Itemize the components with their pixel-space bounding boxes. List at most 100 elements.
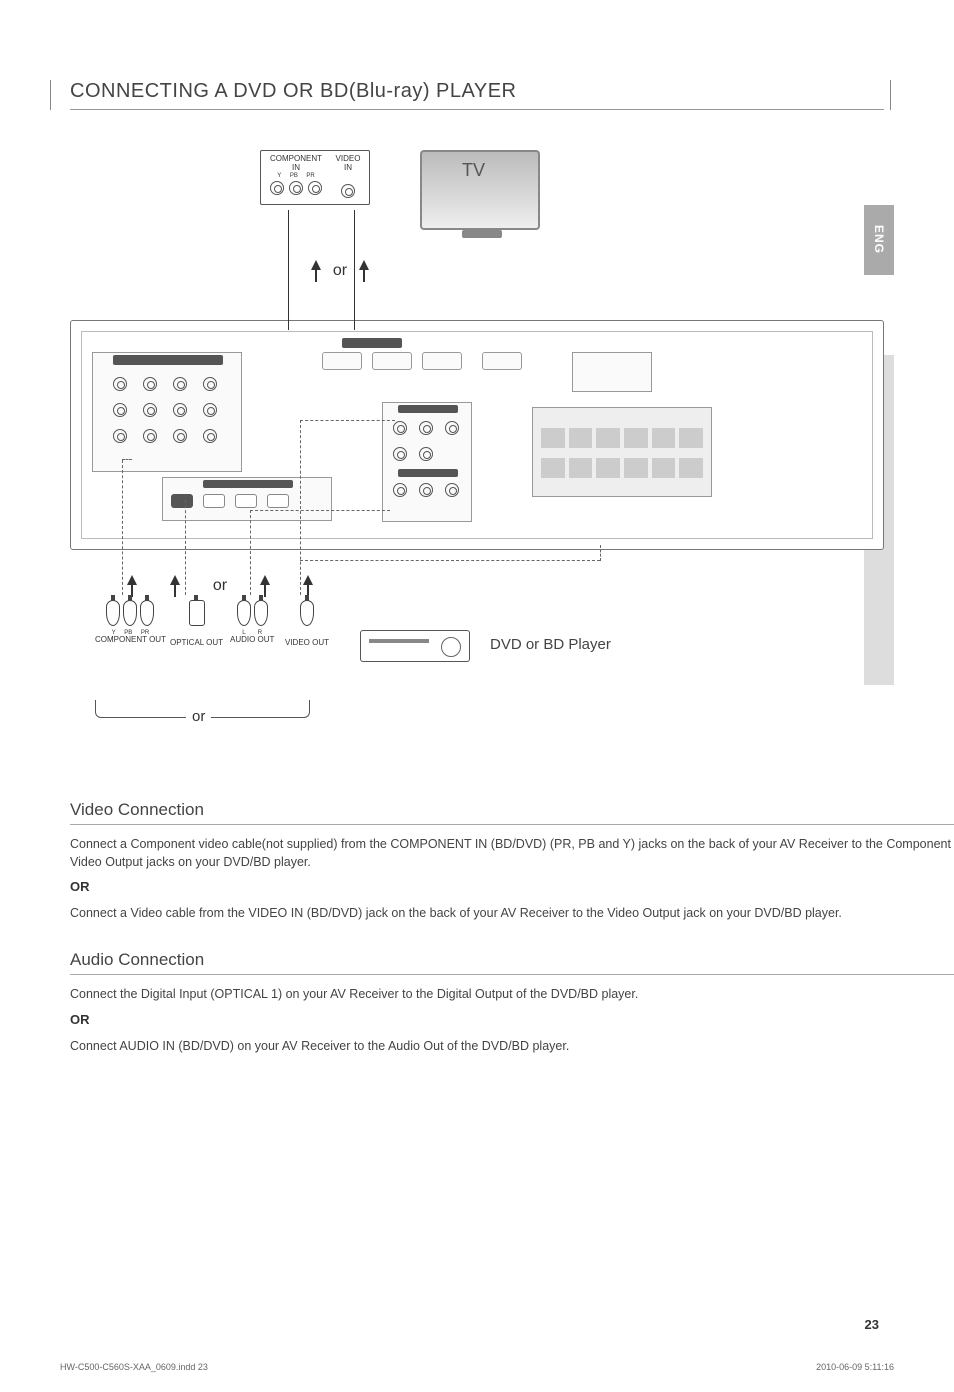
plug-icon — [106, 600, 120, 626]
jack-icon — [173, 429, 187, 443]
optical-port-icon — [171, 494, 193, 508]
block-header — [203, 480, 293, 488]
jack-icon — [393, 421, 407, 435]
cable-line-dashed — [122, 459, 132, 460]
terminal-icon — [596, 458, 620, 478]
plug-icon — [237, 600, 251, 626]
jack-icon — [393, 447, 407, 461]
y-label: Y — [277, 173, 281, 179]
digital-audio-block — [162, 477, 332, 521]
arrow-up-icon — [170, 575, 180, 597]
page-title: CONNECTING A DVD OR BD(Blu-ray) PLAYER — [70, 80, 884, 110]
or-label: or — [333, 262, 347, 280]
jack-icon — [419, 421, 433, 435]
arrow-up-icon — [303, 575, 313, 597]
or-separator: OR — [70, 879, 954, 894]
jack-icon — [113, 429, 127, 443]
jack-icon — [113, 403, 127, 417]
cable-line-dashed — [300, 560, 600, 561]
terminal-icon — [679, 428, 703, 448]
video-out-group: VIDEO OUT — [285, 600, 329, 648]
plug-icon — [140, 600, 154, 626]
jack-icon — [419, 447, 433, 461]
jack-icon — [203, 377, 217, 391]
arrow-up-icon — [359, 260, 369, 282]
video-connection-heading: Video Connection — [70, 800, 954, 825]
plug-icon — [254, 600, 268, 626]
terminal-icon — [596, 428, 620, 448]
jack-icon — [419, 483, 433, 497]
receiver-inner — [81, 331, 873, 539]
terminal-icon — [624, 428, 648, 448]
video-connection-p2: Connect a Video cable from the VIDEO IN … — [70, 904, 954, 922]
terminal-icon — [652, 428, 676, 448]
cable-line-dashed — [300, 420, 301, 595]
video-connection-p1: Connect a Component video cable(not supp… — [70, 835, 954, 871]
jack-icon — [308, 181, 322, 195]
hdmi-port-icon — [372, 352, 412, 370]
audio-connection-p2: Connect AUDIO IN (BD/DVD) on your AV Rec… — [70, 1037, 954, 1055]
terminal-icon — [652, 458, 676, 478]
jack-icon — [173, 377, 187, 391]
jack-icon — [143, 403, 157, 417]
cable-line-dashed — [300, 420, 395, 421]
tv-label: TV — [462, 160, 485, 181]
jack-icon — [289, 181, 303, 195]
cable-line — [288, 210, 289, 330]
component-in-label: COMPONENT IN — [267, 155, 325, 173]
dvd-player-icon — [360, 630, 470, 662]
terminal-icon — [541, 428, 565, 448]
jack-icon — [445, 483, 459, 497]
connection-diagram: COMPONENT IN Y PB PR VIDEO IN TV — [70, 140, 884, 780]
arrow-up-icon — [260, 575, 270, 597]
jack-icon — [270, 181, 284, 195]
cable-line — [354, 210, 355, 330]
block-header — [398, 405, 458, 413]
tv-input-panel: COMPONENT IN Y PB PR VIDEO IN — [260, 150, 370, 205]
optical-port-icon — [235, 494, 257, 508]
terminal-icon — [624, 458, 648, 478]
page-number: 23 — [865, 1317, 879, 1332]
jack-icon — [143, 429, 157, 443]
optical-port-icon — [267, 494, 289, 508]
video-out-label: VIDEO OUT — [285, 639, 329, 648]
jack-icon — [143, 377, 157, 391]
terminal-icon — [569, 428, 593, 448]
video-audio-block — [382, 402, 472, 522]
jack-icon — [203, 429, 217, 443]
jack-icon — [341, 184, 355, 198]
optical-out-label: OPTICAL OUT — [170, 639, 223, 648]
or-label: or — [213, 577, 227, 595]
jack-icon — [173, 403, 187, 417]
speaker-terminal-block — [532, 407, 712, 497]
plug-icon — [300, 600, 314, 626]
or-separator: OR — [70, 1012, 954, 1027]
jack-icon — [113, 377, 127, 391]
optical-port-icon — [203, 494, 225, 508]
hdmi-port-icon — [482, 352, 522, 370]
crop-mark — [890, 80, 891, 110]
jack-icon — [203, 403, 217, 417]
footer-filename: HW-C500-C560S-XAA_0609.indd 23 — [60, 1362, 208, 1372]
or-separator-bottom: or — [110, 575, 330, 597]
or-separator-top: or — [280, 260, 400, 282]
audio-out-label: AUDIO OUT — [230, 636, 274, 645]
terminal-icon — [569, 458, 593, 478]
cable-line-dashed — [600, 545, 601, 561]
terminal-icon — [679, 458, 703, 478]
pr-label: PR — [306, 173, 314, 179]
optical-out-group: OPTICAL OUT — [170, 600, 223, 648]
audio-connection-heading: Audio Connection — [70, 950, 954, 975]
arrow-up-icon — [127, 575, 137, 597]
block-header — [342, 338, 402, 348]
video-in-label: VIDEO IN — [333, 155, 363, 173]
jack-icon — [445, 421, 459, 435]
component-out-label: COMPONENT OUT — [95, 636, 166, 645]
hdmi-port-icon — [422, 352, 462, 370]
arrow-up-icon — [311, 260, 321, 282]
misc-port-block — [572, 352, 652, 392]
dvd-player-label: DVD or BD Player — [490, 636, 611, 653]
plug-icon — [123, 600, 137, 626]
component-out-group: Y PB PR COMPONENT OUT — [95, 600, 166, 645]
receiver-rear-panel — [70, 320, 884, 550]
